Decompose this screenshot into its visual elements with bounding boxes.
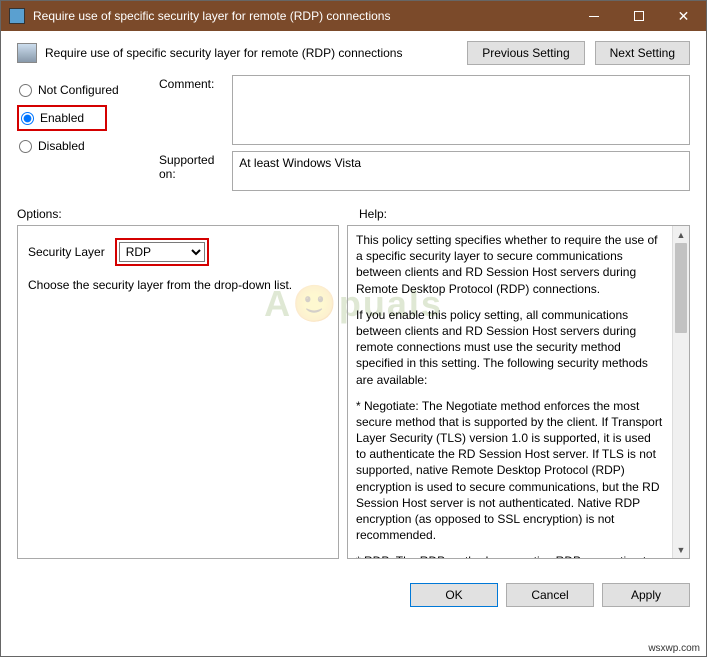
- radio-enabled[interactable]: [21, 112, 34, 125]
- options-pane: Security Layer RDP Choose the security l…: [17, 225, 339, 559]
- help-label: Help:: [359, 207, 387, 221]
- options-label: Options:: [17, 207, 339, 221]
- help-text: This policy setting specifies whether to…: [348, 226, 672, 558]
- security-layer-label: Security Layer: [28, 245, 105, 259]
- radio-not-configured-label: Not Configured: [38, 83, 119, 97]
- supported-on-box: At least Windows Vista: [232, 151, 690, 191]
- previous-setting-button[interactable]: Previous Setting: [467, 41, 584, 65]
- scroll-thumb[interactable]: [675, 243, 687, 333]
- policy-icon: [17, 43, 37, 63]
- radio-disabled[interactable]: [19, 140, 32, 153]
- maximize-button[interactable]: [616, 1, 661, 31]
- title-bar: Require use of specific security layer f…: [1, 1, 706, 31]
- help-scrollbar[interactable]: ▲ ▼: [672, 226, 689, 558]
- minimize-button[interactable]: [571, 1, 616, 31]
- ok-button[interactable]: OK: [410, 583, 498, 607]
- scroll-down-icon[interactable]: ▼: [673, 541, 689, 558]
- comment-label: Comment:: [155, 75, 232, 145]
- app-icon: [9, 8, 25, 24]
- scroll-up-icon[interactable]: ▲: [673, 226, 689, 243]
- radio-enabled-label: Enabled: [40, 111, 84, 125]
- options-description: Choose the security layer from the drop-…: [28, 278, 328, 292]
- help-pane: This policy setting specifies whether to…: [347, 225, 690, 559]
- state-radio-group: Not Configured Enabled Disabled: [17, 79, 147, 157]
- radio-disabled-label: Disabled: [38, 139, 85, 153]
- apply-button[interactable]: Apply: [602, 583, 690, 607]
- next-setting-button[interactable]: Next Setting: [595, 41, 690, 65]
- source-tag: wsxwp.com: [646, 643, 702, 654]
- cancel-button[interactable]: Cancel: [506, 583, 594, 607]
- radio-not-configured[interactable]: [19, 84, 32, 97]
- comment-textarea[interactable]: [232, 75, 690, 145]
- supported-label: Supported on:: [155, 151, 232, 191]
- security-layer-select[interactable]: RDP: [119, 242, 205, 262]
- policy-title: Require use of specific security layer f…: [45, 46, 402, 60]
- dialog-footer: OK Cancel Apply: [1, 569, 706, 617]
- window-title: Require use of specific security layer f…: [33, 9, 390, 23]
- close-button[interactable]: ✕: [661, 1, 706, 31]
